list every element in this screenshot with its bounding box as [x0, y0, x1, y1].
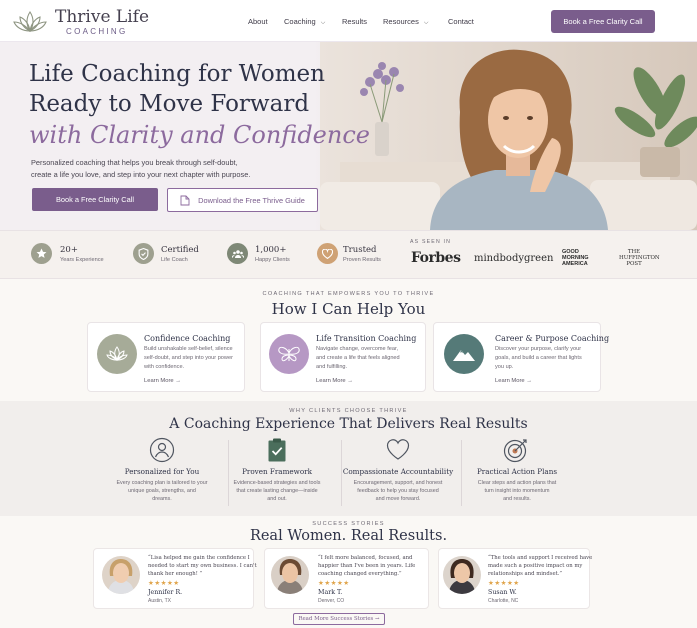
services-eyebrow: COACHING THAT EMPOWERS YOU TO THRIVE	[262, 291, 435, 297]
testimonial-quote: “Lisa helped me gain the confidence I	[148, 555, 250, 561]
stat-label: Happy Clients	[255, 257, 290, 263]
hero-subtitle-line2: create a life you love, and step into yo…	[31, 170, 251, 179]
heart-icon	[317, 243, 338, 264]
testimonial-quote: happier than I've been in years. Life	[318, 563, 416, 569]
hero-title-line3: with Clarity and Confidence	[29, 121, 370, 149]
stat-label: Life Coach	[161, 257, 188, 263]
nav-coaching[interactable]: Coaching ⌵	[284, 17, 325, 27]
nav-results[interactable]: Results	[342, 17, 367, 26]
as-seen-in-label: AS SEEN IN	[410, 239, 452, 245]
service-card-title: Confidence Coaching	[144, 334, 231, 343]
person-icon	[149, 437, 175, 463]
read-more-stories-button[interactable]: Read More Success Stories →	[293, 613, 385, 625]
service-card-title: Career & Purpose Coaching	[495, 334, 610, 343]
service-card-desc: self-doubt, and step into your power	[144, 355, 233, 361]
brand-subtitle: COACHING	[66, 27, 128, 36]
star-icon	[31, 243, 52, 264]
testimonial-quote: thank her enough! ”	[148, 571, 203, 577]
brand-name[interactable]: Thrive Life	[55, 7, 149, 27]
testimonial-location: Denver, CO	[318, 598, 345, 604]
butterfly-icon	[269, 334, 309, 374]
people-icon	[227, 243, 248, 264]
stories-title: Real Women. Real Results.	[249, 528, 448, 544]
why-eyebrow: WHY CLIENTS CHOOSE THRIVE	[289, 408, 408, 414]
learn-more-link[interactable]: Learn More →	[316, 378, 353, 384]
mountain-icon	[444, 334, 484, 374]
stat-value: Certified	[161, 245, 199, 255]
testimonial-name: Mark T.	[318, 589, 343, 596]
mindbodygreen-logo: mindbodygreen	[474, 253, 554, 264]
forbes-logo: Forbes	[411, 250, 461, 266]
service-card-desc: with confidence.	[144, 364, 185, 370]
huffington-post-logo: THE HUFFINGTON POST	[619, 249, 660, 268]
nav-contact[interactable]: Contact	[448, 17, 474, 26]
heart-outline-icon	[386, 439, 410, 460]
nav-contact-label: Contact	[448, 17, 474, 26]
stat-label: Proven Results	[343, 257, 381, 263]
service-card-desc: and fulfilling.	[316, 364, 348, 370]
testimonial-quote: “I felt more balanced, focused, and	[318, 555, 413, 561]
why-title: A Coaching Experience That Delivers Real…	[169, 416, 528, 432]
rating-stars: ★★★★★	[148, 580, 180, 587]
testimonial-quote: relationships and mindset.”	[488, 571, 563, 577]
testimonial-location: Austin, TX	[148, 598, 171, 604]
testimonial-quote: coaching changed everything.”	[318, 571, 402, 577]
hero-book-call-button[interactable]: Book a Free Clarity Call	[32, 188, 158, 211]
nav-results-label: Results	[342, 17, 368, 26]
stat-value: 20+	[60, 245, 78, 255]
lotus-icon	[97, 334, 137, 374]
service-card-title: Life Transition Coaching	[316, 334, 417, 343]
hero-coach-photo	[320, 42, 697, 230]
stories-eyebrow: SUCCESS STORIES	[312, 521, 385, 527]
stat-label: Years Experience	[60, 257, 104, 263]
client-photo-susan	[443, 556, 481, 594]
document-icon	[180, 195, 190, 205]
hero-title-line2: Ready to Move Forward	[29, 91, 310, 117]
service-card-desc: Navigate change, overcome fear,	[316, 346, 399, 352]
testimonial-name: Jennifer R.	[148, 589, 183, 596]
service-card-desc: Discover your purpose, clarify your	[495, 346, 582, 352]
testimonial-location: Charlotte, NC	[488, 598, 519, 604]
stat-value: Trusted	[343, 245, 377, 255]
chevron-down-icon: ⌵	[320, 20, 326, 26]
service-card-desc: you up.	[495, 364, 514, 370]
nav-coaching-label: Coaching	[284, 17, 316, 26]
testimonial-name: Susan W.	[488, 589, 517, 596]
services-title: How I Can Help You	[271, 300, 426, 318]
hero-download-guide-button[interactable]: Download the Free Thrive Guide	[167, 188, 318, 212]
client-photo-mark	[271, 556, 309, 594]
testimonial-quote: made such a positive impact on my	[488, 563, 583, 569]
gma-logo: GOOD MORNING AMERICA	[562, 249, 589, 267]
target-icon	[503, 439, 527, 463]
hero-download-guide-label: Download the Free Thrive Guide	[198, 195, 305, 205]
hero-title-line1: Life Coaching for Women	[29, 61, 325, 87]
learn-more-link[interactable]: Learn More →	[495, 378, 532, 384]
nav-about[interactable]: About	[248, 17, 268, 26]
rating-stars: ★★★★★	[318, 580, 350, 587]
lotus-logo-icon[interactable]	[12, 9, 48, 35]
why-item-title: Practical Action Plans	[476, 467, 558, 476]
stat-value: 1,000+	[255, 245, 287, 255]
shield-check-icon	[133, 243, 154, 264]
nav-resources[interactable]: Resources ⌵	[383, 17, 428, 27]
testimonial-quote: needed to start my own business. I can't	[148, 563, 257, 569]
client-photo-jennifer	[102, 556, 140, 594]
nav-resources-label: Resources	[383, 17, 419, 26]
service-card-desc: goals, and build a career that lights	[495, 355, 582, 361]
hero-subtitle-line1: Personalized coaching that helps you bre…	[31, 158, 238, 167]
why-item-desc: and results.	[503, 496, 531, 502]
header-book-call-button[interactable]: Book a Free Clarity Call	[551, 10, 655, 33]
rating-stars: ★★★★★	[488, 580, 520, 587]
service-card-desc: Build unshakable self-belief, silence	[144, 346, 233, 352]
clipboard-check-icon	[268, 438, 286, 462]
testimonial-quote: “The tools and support I received have	[488, 555, 593, 561]
chevron-down-icon: ⌵	[423, 20, 429, 26]
nav-about-label: About	[248, 17, 268, 26]
learn-more-link[interactable]: Learn More →	[144, 378, 181, 384]
service-card-desc: and create a life that feels aligned	[316, 355, 400, 361]
